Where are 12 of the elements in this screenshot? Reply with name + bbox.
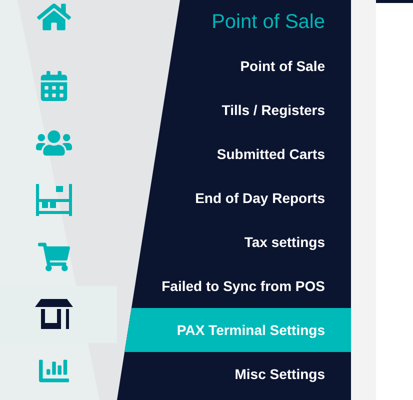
calendar-icon [38,70,68,101]
menu-item[interactable]: End of Day Reports [117,176,351,220]
cart-icon [38,241,70,274]
shelf-icon [36,184,72,216]
menu-title: Point of Sale [212,10,325,35]
menu-item[interactable]: Submitted Carts [117,132,351,176]
menu-item[interactable]: Point of Sale [117,44,351,88]
menu-item[interactable]: Failed to Sync from POS [117,264,351,308]
menu-item[interactable]: Misc Settings [117,352,351,396]
menu-item[interactable]: Tax settings [117,220,351,264]
menu-item[interactable]: Tills / Registers [117,88,351,132]
store-icon [34,299,72,330]
